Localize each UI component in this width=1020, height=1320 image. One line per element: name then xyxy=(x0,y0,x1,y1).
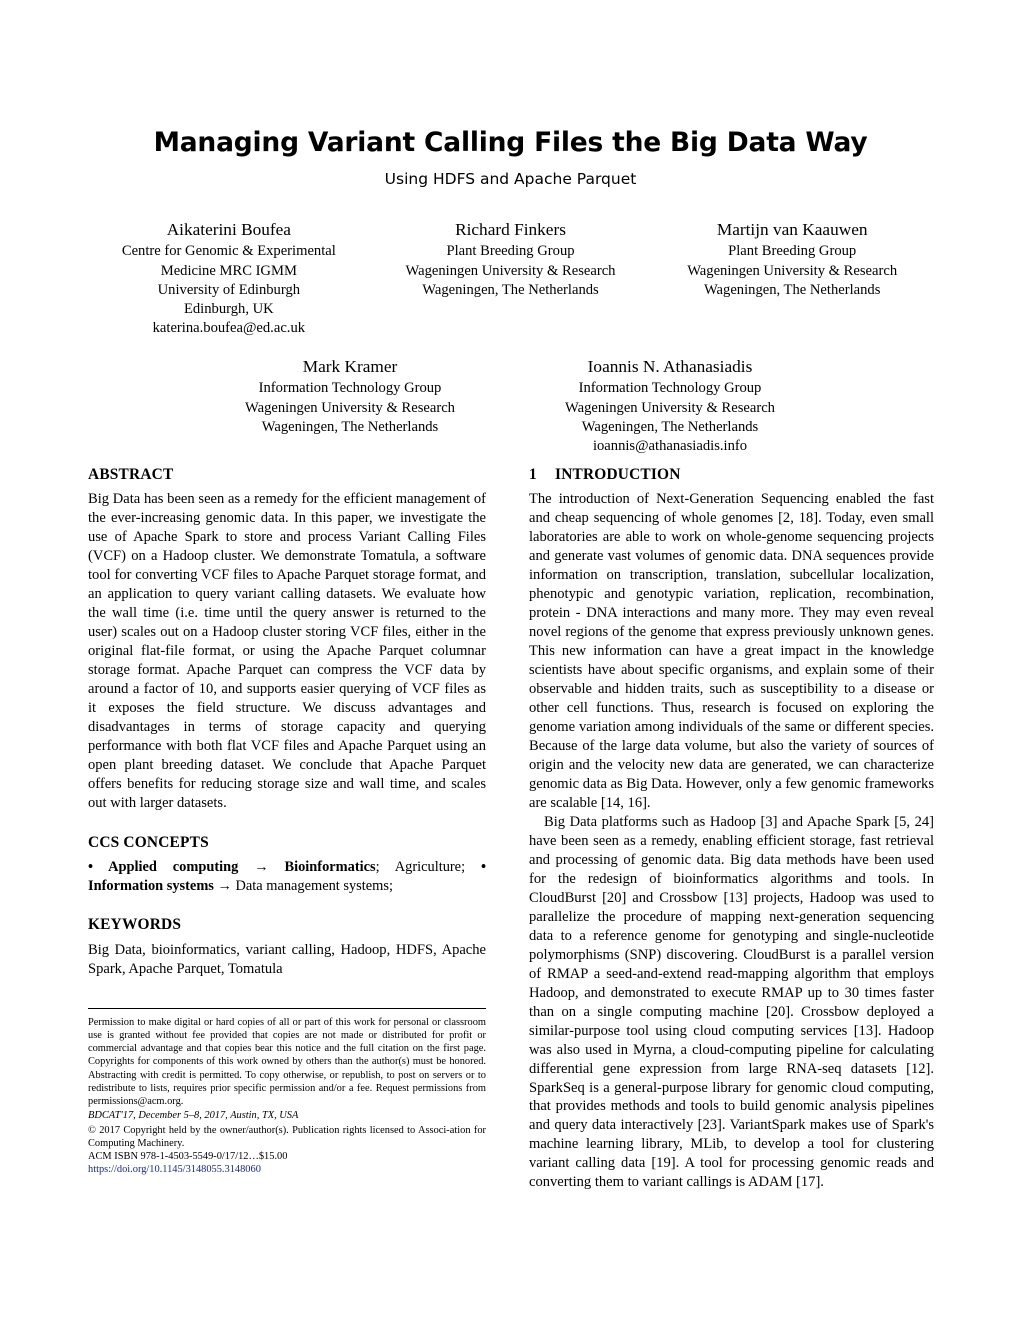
abstract-body: Big Data has been seen as a remedy for t… xyxy=(88,491,486,811)
ccs-term-applied-computing: • Applied computing → Bioinformatics xyxy=(88,859,376,876)
author-location-line: Wageningen, The Netherlands xyxy=(261,418,439,435)
author-affiliation-line: Wageningen University & Research xyxy=(405,262,616,279)
doi-link[interactable]: https://doi.org/10.1145/3148055.3148060 xyxy=(88,1163,486,1177)
copyright-line: © 2017 Copyright held by the owner/autho… xyxy=(88,1124,486,1150)
author-affiliation-line: Wageningen University & Research xyxy=(687,262,898,279)
authors-row-second: Mark Kramer Information Technology Group… xyxy=(190,355,830,456)
author-location-line: Wageningen, The Netherlands xyxy=(581,418,759,435)
introduction-paragraph: Big Data platforms such as Hadoop [3] an… xyxy=(529,813,934,1191)
author-email: ioannis@athanasiadis.info xyxy=(592,438,748,455)
section-number: 1 xyxy=(529,466,537,483)
paper-page: Managing Variant Calling Files the Big D… xyxy=(0,0,1020,1320)
left-column: ABSTRACT Big Data has been seen as a rem… xyxy=(88,466,486,979)
author-block: Aikaterini Boufea Centre for Genomic & E… xyxy=(88,218,370,339)
footnote-divider xyxy=(88,1008,486,1009)
author-affiliation-line: Plant Breeding Group xyxy=(446,243,575,260)
author-location-line: Edinburgh, UK xyxy=(183,301,274,318)
author-block: Richard Finkers Plant Breeding Group Wag… xyxy=(370,218,652,339)
author-affiliation-line: Medicine MRC IGMM xyxy=(160,262,297,279)
authors-row-first: Aikaterini Boufea Centre for Genomic & E… xyxy=(88,218,933,339)
author-name: Mark Kramer xyxy=(302,357,398,376)
ccs-term-data-management: Data management systems; xyxy=(231,878,393,895)
title-block: Managing Variant Calling Files the Big D… xyxy=(88,127,933,189)
author-block: Ioannis N. Athanasiadis Information Tech… xyxy=(510,355,830,456)
author-block: Martijn van Kaauwen Plant Breeding Group… xyxy=(651,218,933,339)
abstract-heading: ABSTRACT xyxy=(88,466,174,483)
author-affiliation-line: Information Technology Group xyxy=(578,380,762,397)
copyright-text-1: © 2017 Copyright held by the owner/autho… xyxy=(88,1124,450,1136)
introduction-heading: 1 INTRODUCTION xyxy=(529,466,934,484)
ccs-concepts-body: • Applied computing → Bioinformatics; Ag… xyxy=(88,858,486,896)
author-name: Ioannis N. Athanasiadis xyxy=(587,357,753,376)
isbn-line: ACM ISBN 978-1-4503-5549-0/17/12…$15.00 xyxy=(88,1150,288,1162)
author-name: Martijn van Kaauwen xyxy=(716,220,868,239)
author-email: katerina.boufea@ed.ac.uk xyxy=(152,320,306,337)
author-affiliation-line: Information Technology Group xyxy=(258,380,442,397)
author-location-line: Wageningen, The Netherlands xyxy=(422,281,599,298)
author-affiliation-line: Wageningen University & Research xyxy=(565,399,775,416)
keywords-body: Big Data, bioinformatics, variant callin… xyxy=(88,941,486,977)
author-block: Mark Kramer Information Technology Group… xyxy=(190,355,510,456)
keywords-heading: KEYWORDS xyxy=(88,916,182,934)
conference-line: BDCAT'17, December 5–8, 2017, Austin, TX… xyxy=(88,1110,299,1122)
right-column: 1 INTRODUCTION The introduction of Next-G… xyxy=(529,466,934,1192)
page-subtitle: Using HDFS and Apache Parquet xyxy=(384,170,637,189)
author-name: Richard Finkers xyxy=(455,220,566,239)
section-title: INTRODUCTION xyxy=(555,466,681,483)
author-affiliation-line: Wageningen University & Research xyxy=(245,399,455,416)
permission-statement: Permission to make digital or hard copie… xyxy=(88,1017,486,1107)
ccs-concepts-heading: CCS CONCEPTS xyxy=(88,833,209,851)
author-affiliation-line: Plant Breeding Group xyxy=(728,243,857,260)
author-location-line: Wageningen, The Netherlands xyxy=(703,281,881,298)
author-name: Aikaterini Boufea xyxy=(166,220,291,239)
introduction-paragraph: The introduction of Next-Generation Sequ… xyxy=(529,491,934,811)
page-title: Managing Variant Calling Files the Big D… xyxy=(153,127,868,158)
ccs-term-agriculture: ; Agriculture; xyxy=(375,859,481,876)
author-affiliation-line: Centre for Genomic & Experimental xyxy=(121,243,336,260)
copyright-footnote: Permission to make digital or hard copie… xyxy=(88,1008,486,1177)
author-affiliation-line: University of Edinburgh xyxy=(157,281,301,298)
